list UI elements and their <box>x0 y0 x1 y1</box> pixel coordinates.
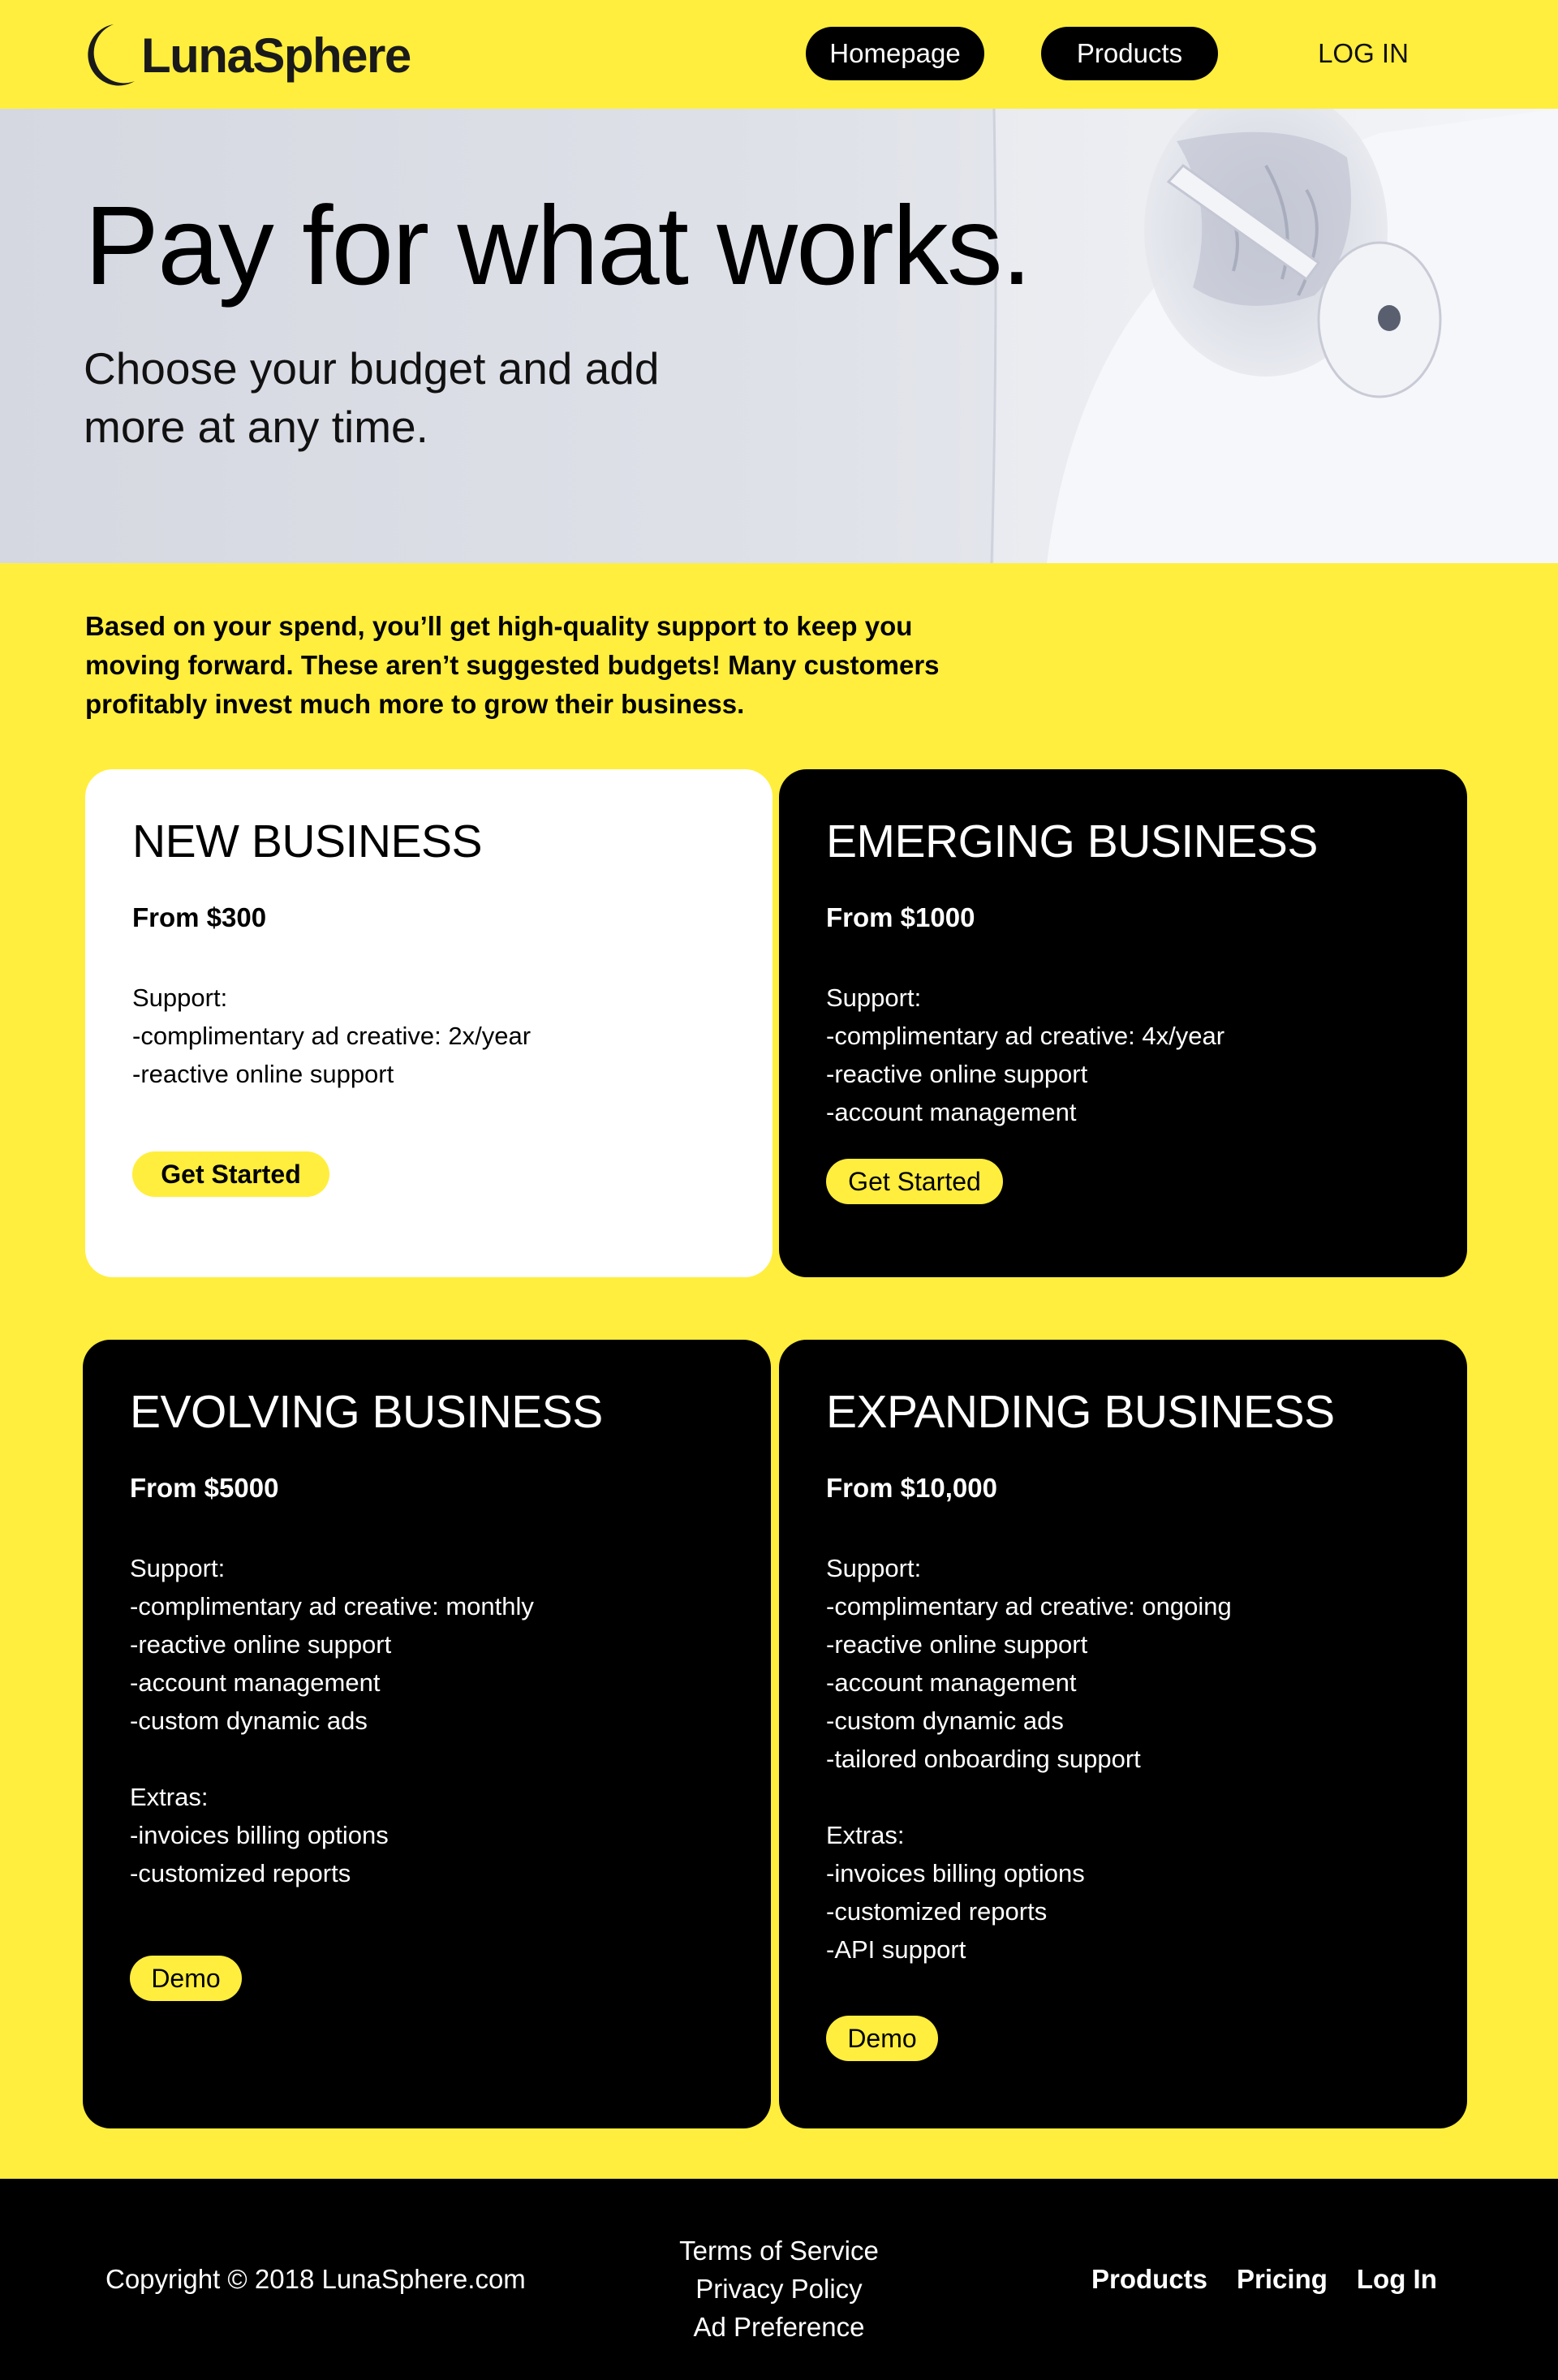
demo-button[interactable]: Demo <box>130 1956 242 2001</box>
plan-card-expanding-business: EXPANDING BUSINESS From $10,000 Support:… <box>779 1340 1467 2128</box>
hero-image <box>990 109 1558 563</box>
feature-item: -account management <box>826 1098 1077 1126</box>
plan-features: Support: -complimentary ad creative: ong… <box>826 1549 1232 1969</box>
plan-price: From $1000 <box>826 902 975 932</box>
site-header: LunaSphere Homepage Products LOG IN <box>0 0 1558 109</box>
plan-title: EMERGING BUSINESS <box>826 816 1318 867</box>
feature-item: -account management <box>130 1668 381 1697</box>
feature-item: -complimentary ad creative: ongoing <box>826 1592 1232 1620</box>
plan-price: From $5000 <box>130 1473 279 1503</box>
hero-subtitle-line: Choose your budget and add <box>84 343 660 394</box>
extra-item: -invoices billing options <box>130 1821 389 1849</box>
footer-products-link[interactable]: Products <box>1091 2264 1207 2295</box>
plan-title: NEW BUSINESS <box>132 816 483 867</box>
hero-subtitle-line: more at any time. <box>84 402 428 452</box>
feature-item: -account management <box>826 1668 1077 1697</box>
nav-homepage-button[interactable]: Homepage <box>806 27 984 80</box>
plan-card-evolving-business: EVOLVING BUSINESS From $5000 Support: -c… <box>83 1340 771 2128</box>
hero-title: Pay for what works. <box>84 183 1032 308</box>
support-label: Support: <box>826 983 922 1012</box>
hero-subtitle: Choose your budget and add more at any t… <box>84 339 717 456</box>
get-started-button[interactable]: Get Started <box>826 1159 1003 1204</box>
feature-item: -reactive online support <box>826 1630 1088 1659</box>
support-label: Support: <box>130 1554 226 1582</box>
intro-line: moving forward. These aren’t suggested b… <box>85 650 940 680</box>
plan-features: Support: -complimentary ad creative: 2x/… <box>132 979 531 1093</box>
logo[interactable]: LunaSphere <box>81 21 411 89</box>
plan-title: EXPANDING BUSINESS <box>826 1386 1335 1438</box>
get-started-button[interactable]: Get Started <box>132 1151 329 1197</box>
hero-banner: Pay for what works. Choose your budget a… <box>0 109 1558 563</box>
extras-label: Extras: <box>130 1783 209 1811</box>
nav-login-link[interactable]: LOG IN <box>1298 27 1428 80</box>
support-label: Support: <box>132 983 228 1012</box>
plan-title: EVOLVING BUSINESS <box>130 1386 603 1438</box>
nav-products-button[interactable]: Products <box>1041 27 1218 80</box>
plan-features: Support: -complimentary ad creative: 4x/… <box>826 979 1224 1131</box>
intro-line: profitably invest much more to grow thei… <box>85 689 745 719</box>
ad-preference-link[interactable]: Ad Preference <box>617 2308 941 2346</box>
plan-price: From $10,000 <box>826 1473 997 1503</box>
footer-pricing-link[interactable]: Pricing <box>1237 2264 1328 2295</box>
extra-item: -customized reports <box>130 1859 351 1887</box>
plan-card-emerging-business: EMERGING BUSINESS From $1000 Support: -c… <box>779 769 1467 1277</box>
feature-item: -reactive online support <box>826 1060 1088 1088</box>
extras-label: Extras: <box>826 1821 905 1849</box>
footer-login-link[interactable]: Log In <box>1357 2264 1437 2295</box>
feature-item: -complimentary ad creative: monthly <box>130 1592 534 1620</box>
privacy-policy-link[interactable]: Privacy Policy <box>617 2270 941 2308</box>
feature-item: -reactive online support <box>130 1630 392 1659</box>
crescent-moon-icon <box>88 24 135 86</box>
feature-item: -complimentary ad creative: 4x/year <box>826 1022 1225 1050</box>
footer-nav: Products Pricing Log In <box>1091 2179 1466 2380</box>
intro-line: Based on your spend, you’ll get high-qua… <box>85 611 913 641</box>
copyright-text: Copyright © 2018 LunaSphere.com <box>105 2264 526 2294</box>
intro-text: Based on your spend, you’ll get high-qua… <box>85 607 1043 724</box>
legal-links: Terms of Service Privacy Policy Ad Prefe… <box>617 2232 941 2346</box>
site-footer: Copyright © 2018 LunaSphere.com Terms of… <box>0 2179 1558 2380</box>
feature-item: -custom dynamic ads <box>130 1706 368 1735</box>
demo-button[interactable]: Demo <box>826 2016 938 2061</box>
feature-item: -complimentary ad creative: 2x/year <box>132 1022 532 1050</box>
extra-item: -customized reports <box>826 1897 1048 1926</box>
brand-name: LunaSphere <box>141 28 411 83</box>
feature-item: -reactive online support <box>132 1060 394 1088</box>
plan-card-new-business: NEW BUSINESS From $300 Support: -complim… <box>85 769 773 1277</box>
terms-of-service-link[interactable]: Terms of Service <box>617 2232 941 2270</box>
feature-item: -custom dynamic ads <box>826 1706 1064 1735</box>
extra-item: -API support <box>826 1935 966 1964</box>
extra-item: -invoices billing options <box>826 1859 1085 1887</box>
support-label: Support: <box>826 1554 922 1582</box>
feature-item: -tailored onboarding support <box>826 1745 1141 1773</box>
plan-features: Support: -complimentary ad creative: mon… <box>130 1549 534 1892</box>
plan-price: From $300 <box>132 902 267 932</box>
